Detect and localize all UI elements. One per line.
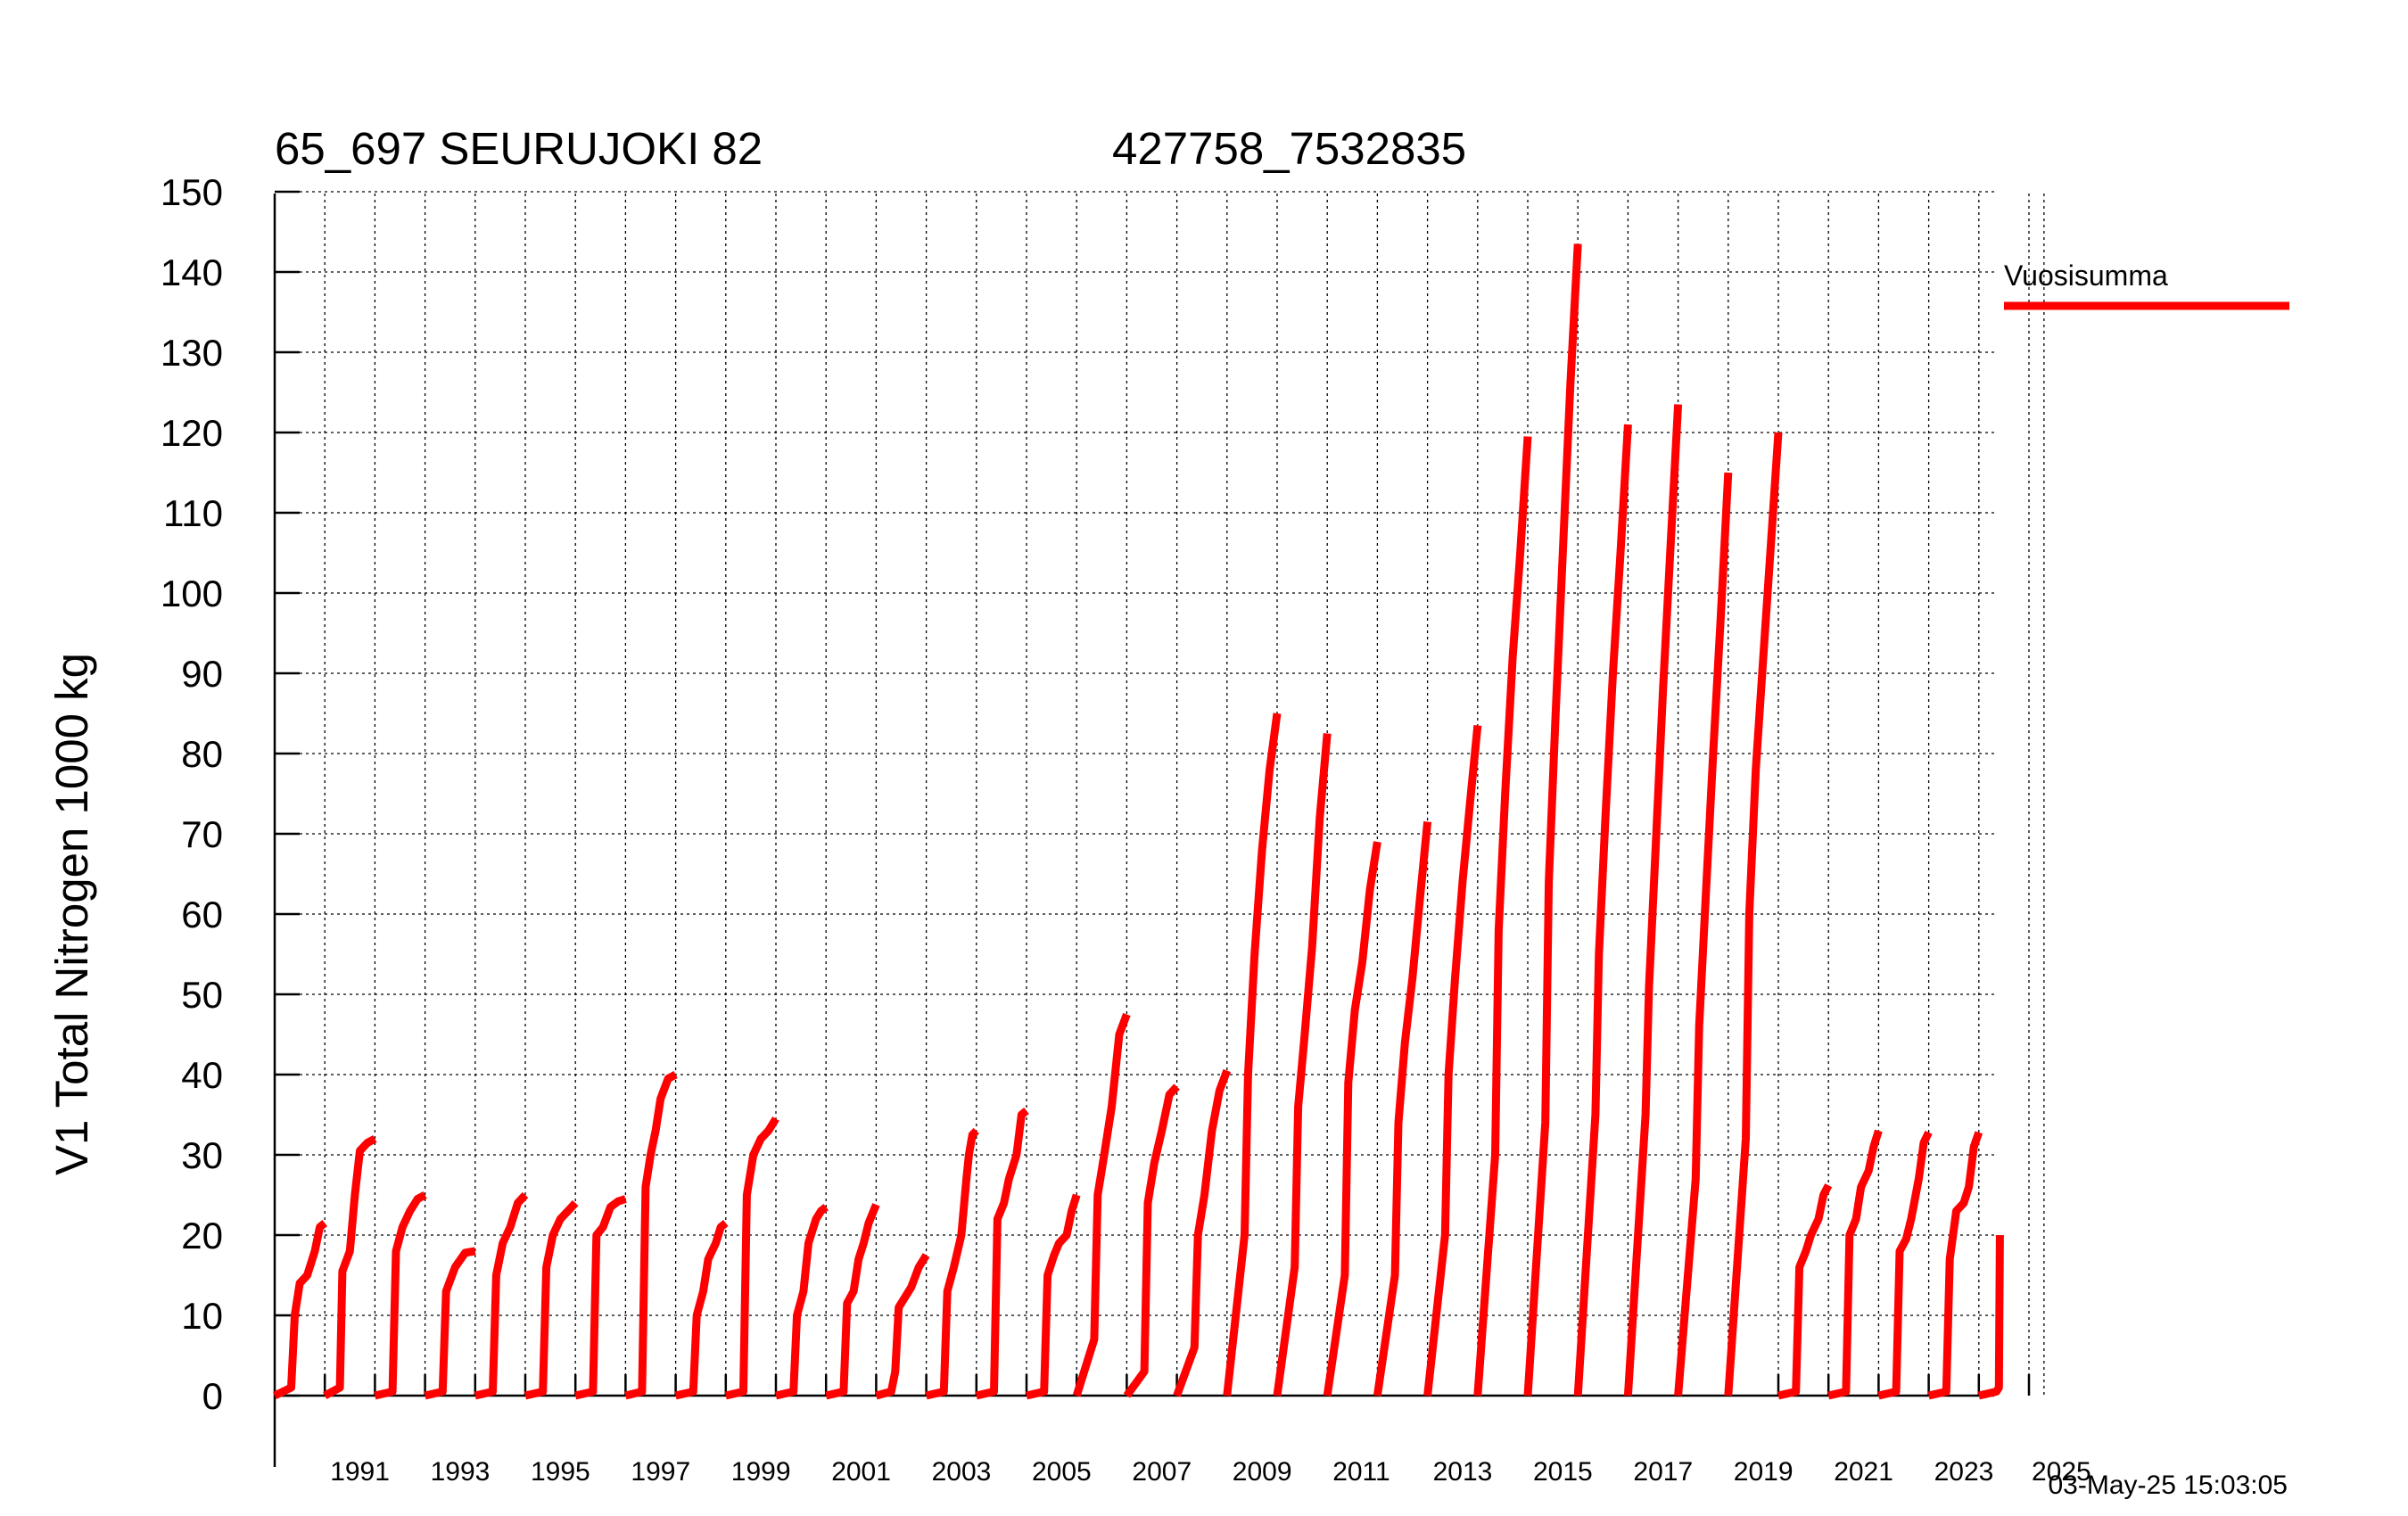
series-segment: [1123, 1083, 1180, 1398]
x-tick-label: 2021: [1834, 1457, 1893, 1487]
y-tick-label: 130: [161, 332, 223, 374]
y-tick-label: 150: [161, 171, 223, 213]
y-tick-label: 70: [181, 813, 223, 855]
y-tick-label: 30: [181, 1134, 223, 1176]
x-tick-label: 2005: [1032, 1457, 1092, 1487]
series-segment: [323, 1135, 377, 1399]
grid-lines: [275, 191, 2045, 1396]
x-tick-label: 2023: [1934, 1457, 1994, 1487]
y-tick-label: 20: [181, 1215, 223, 1256]
y-tick-label: 40: [181, 1054, 223, 1096]
series-segment: [524, 1199, 579, 1400]
series-segment: [1573, 424, 1632, 1397]
y-tick-label: 90: [181, 653, 223, 695]
x-tick-label: 1997: [631, 1457, 690, 1487]
series-segment: [724, 1116, 779, 1400]
y-tick-label: 10: [181, 1295, 223, 1337]
series-segment: [925, 1127, 979, 1400]
series-segment: [1877, 1130, 1933, 1400]
x-tick-labels: 1991 1993 1995 1997 1999 2001 2003 2005 2007 2009…: [330, 1457, 2091, 1487]
y-tick-label: 110: [163, 492, 223, 534]
series-segment: [1273, 733, 1332, 1397]
series-segment: [875, 1253, 930, 1400]
legend-label: Vuosisumma: [2004, 260, 2168, 292]
series-segment: [374, 1191, 427, 1400]
legend: Vuosisumma: [2004, 260, 2289, 310]
y-tick-label: 100: [161, 573, 223, 614]
series-segment: [424, 1247, 476, 1400]
chart: 65_697 SEURUJOKI 82 427758_7532835 V1 To…: [46, 123, 2289, 1500]
series-segment: [674, 1219, 729, 1400]
x-tick-label: 1999: [731, 1457, 791, 1487]
series-segment: [825, 1203, 880, 1400]
series-segment: [1423, 725, 1482, 1397]
chart-title-left: 65_697 SEURUJOKI 82: [275, 123, 763, 174]
series-segment: [1173, 1068, 1232, 1397]
y-tick-label: 140: [161, 251, 223, 293]
x-tick-label: 1995: [531, 1457, 590, 1487]
series-segment: [1827, 1129, 1883, 1400]
x-tick-label: 1991: [330, 1457, 390, 1487]
y-tick-label: 50: [181, 974, 223, 1016]
series-segment: [1072, 1012, 1131, 1397]
series-segment: [1223, 713, 1282, 1397]
x-tick-label: 1993: [431, 1457, 491, 1487]
x-tick-label: 2013: [1433, 1457, 1493, 1487]
series-segment: [1323, 841, 1381, 1397]
y-tick-label: 120: [161, 412, 223, 454]
x-tick-label: 2017: [1633, 1457, 1693, 1487]
series-segment: [975, 1107, 1029, 1400]
y-tick-label: 60: [181, 894, 223, 935]
series-segment: [574, 1195, 627, 1400]
y-tick-label: 80: [181, 733, 223, 775]
series-segment: [1977, 1234, 2004, 1400]
series-segment: [1473, 436, 1532, 1397]
x-tick-label: 2001: [831, 1457, 891, 1487]
series-segment: [1025, 1193, 1081, 1400]
timestamp: 03-May-25 15:03:05: [2048, 1471, 2288, 1500]
series-segment: [1623, 404, 1683, 1397]
series-segment: [1927, 1131, 1983, 1400]
chart-title-right: 427758_7532835: [1112, 123, 1466, 174]
series-segment: [474, 1191, 529, 1400]
x-tick-label: 2019: [1734, 1457, 1794, 1487]
x-tick-label: 2007: [1132, 1457, 1192, 1487]
x-tick-label: 2011: [1332, 1457, 1390, 1487]
series-segment: [1373, 821, 1432, 1397]
y-tick-label: 0: [202, 1375, 223, 1417]
y-axis-label: V1 Total Nitrogen 1000 kg: [46, 653, 97, 1175]
x-tick-label: 2009: [1233, 1457, 1292, 1487]
axes: [273, 190, 2031, 1467]
x-tick-label: 2003: [932, 1457, 992, 1487]
series-segment: [1523, 243, 1582, 1397]
series-segment: [273, 1219, 328, 1400]
y-tick-labels: 0 10 20 30 40 50 60 70 80 90 100 110 120 130 140 150: [161, 171, 223, 1417]
series-segment: [1777, 1183, 1833, 1400]
series-segment: [1674, 472, 1733, 1397]
x-tick-label: 2015: [1533, 1457, 1593, 1487]
series-vuosisumma: [273, 243, 2004, 1400]
